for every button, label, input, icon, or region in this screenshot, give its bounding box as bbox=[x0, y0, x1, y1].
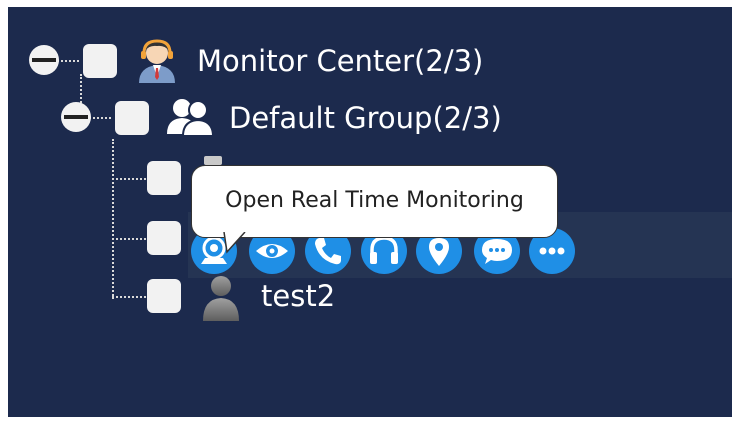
tree-connector bbox=[57, 60, 79, 62]
checkbox-device-2[interactable] bbox=[147, 221, 181, 255]
tree-connector bbox=[89, 117, 111, 119]
tree-connector bbox=[80, 74, 82, 106]
device-tree-panel: Monitor Center(2/3) Default Group(2/3) t… bbox=[8, 7, 732, 417]
checkbox-device-1[interactable] bbox=[147, 161, 181, 195]
tree-label-monitor-center[interactable]: Monitor Center(2/3) bbox=[197, 44, 483, 78]
tooltip-text: Open Real Time Monitoring bbox=[225, 188, 524, 213]
collapse-toggle-monitor-center[interactable] bbox=[29, 45, 59, 75]
tree-label-test2[interactable]: test2 bbox=[261, 279, 335, 313]
user-offline-icon bbox=[203, 276, 239, 321]
checkbox-monitor-center[interactable] bbox=[83, 44, 117, 78]
tree-connector bbox=[112, 139, 114, 299]
tree-connector bbox=[112, 238, 146, 240]
group-users-icon bbox=[167, 99, 215, 137]
tree-label-default-group[interactable]: Default Group(2/3) bbox=[229, 101, 502, 135]
tooltip: Open Real Time Monitoring bbox=[191, 165, 558, 238]
checkbox-default-group[interactable] bbox=[115, 101, 149, 135]
tree-connector bbox=[112, 296, 146, 298]
checkbox-device-test2[interactable] bbox=[147, 279, 181, 313]
tooltip-pointer bbox=[223, 232, 246, 254]
collapse-toggle-default-group[interactable] bbox=[61, 102, 91, 132]
tree-connector bbox=[112, 178, 146, 180]
monitor-center-user-icon bbox=[139, 39, 175, 83]
